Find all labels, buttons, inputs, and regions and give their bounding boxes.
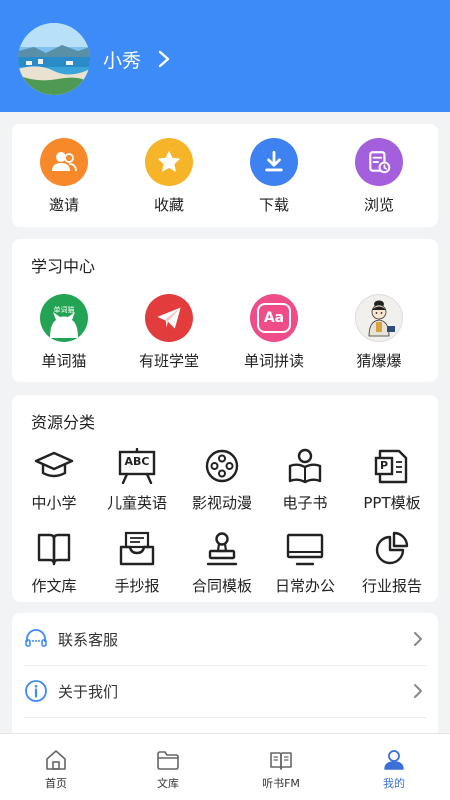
monitor-icon	[282, 529, 328, 569]
quick-action-label: 收藏	[153, 196, 184, 214]
book-icon	[270, 752, 292, 770]
star-icon	[145, 138, 193, 186]
section-title: 资源分类	[31, 413, 96, 432]
category-essays[interactable]: 作文库	[16, 529, 92, 596]
category-label: 作文库	[31, 577, 77, 595]
info-icon	[25, 680, 47, 702]
menu-item-label: 联系客服	[58, 630, 119, 649]
open-book-icon	[31, 529, 77, 569]
history-icon	[355, 138, 403, 186]
category-daily-office[interactable]: 日常办公	[267, 529, 343, 596]
reader-icon	[282, 446, 328, 486]
ppt-letter: P	[379, 459, 389, 472]
quick-action-label: 邀请	[48, 196, 79, 214]
abc-board-icon: ABC	[114, 446, 160, 486]
people-icon	[40, 138, 88, 186]
chevron-right-icon	[414, 684, 422, 698]
app-label: 单词猫	[41, 352, 87, 370]
app-word-cat[interactable]: 单词猫 单词猫	[29, 294, 99, 371]
category-label: 影视动漫	[191, 494, 252, 512]
category-primary-middle-school[interactable]: 中小学	[16, 446, 92, 513]
chevron-right-icon[interactable]	[156, 49, 172, 69]
resource-categories-card: 资源分类 中小学 ABC 儿童英语 影视动漫 电子书 P PPT模板 作文库 手…	[12, 395, 438, 602]
tab-label: 我的	[383, 777, 405, 790]
category-label: 行业报告	[361, 577, 422, 595]
category-label: 中小学	[31, 494, 77, 512]
category-label: 合同模板	[191, 577, 252, 595]
bottom-tab-bar: 首页 文库 听书FM 我的	[0, 733, 450, 800]
quick-action-invite[interactable]: 邀请	[29, 138, 99, 215]
quick-action-label: 浏览	[363, 196, 394, 214]
headset-icon	[25, 629, 47, 647]
category-label: 儿童英语	[106, 494, 167, 512]
quick-actions-card: 邀请 收藏 下载 浏览	[12, 124, 438, 227]
chevron-right-icon	[414, 632, 422, 646]
avatar[interactable]	[18, 23, 90, 95]
tab-label: 听书FM	[262, 777, 300, 790]
app-badge-text: 单词猫	[53, 306, 75, 314]
tab-label: 首页	[45, 777, 67, 790]
app-badge-text: Aa	[263, 310, 285, 326]
board-text: ABC	[124, 455, 150, 468]
download-icon	[250, 138, 298, 186]
menu-item-about-us[interactable]: 关于我们	[12, 665, 438, 717]
word-cat-app-icon: 单词猫	[40, 294, 88, 342]
tab-label: 文库	[157, 777, 179, 790]
learning-center-card: 学习中心 单词猫 单词猫 有班学堂 Aa 单词拼读 猜爆爆	[12, 239, 438, 382]
app-label: 猜爆爆	[356, 352, 402, 370]
profile-header[interactable]: 小秀	[0, 0, 450, 112]
category-film-anime[interactable]: 影视动漫	[184, 446, 260, 513]
cartoon-character-app-icon	[355, 294, 403, 342]
tab-mine[interactable]: 我的	[338, 734, 450, 800]
category-label: PPT模板	[363, 494, 421, 512]
stamp-icon	[199, 529, 245, 569]
quick-action-label: 下载	[258, 196, 289, 214]
section-title: 学习中心	[31, 257, 96, 276]
app-label: 单词拼读	[243, 352, 304, 370]
app-word-phonics[interactable]: Aa 单词拼读	[239, 294, 309, 371]
film-reel-icon	[199, 446, 245, 486]
folder-icon	[157, 751, 179, 770]
tab-audiobook-fm[interactable]: 听书FM	[225, 734, 337, 800]
graduation-cap-icon	[31, 446, 77, 486]
category-ppt-template[interactable]: P PPT模板	[352, 446, 432, 513]
divider	[24, 717, 426, 718]
category-handwritten-poster[interactable]: 手抄报	[99, 529, 175, 596]
app-label: 有班学堂	[138, 352, 199, 370]
username[interactable]: 小秀	[103, 46, 141, 73]
pie-chart-icon	[369, 529, 415, 569]
quick-action-favorites[interactable]: 收藏	[134, 138, 204, 215]
category-industry-report[interactable]: 行业报告	[352, 529, 432, 596]
user-icon	[384, 750, 404, 770]
app-youban-school[interactable]: 有班学堂	[134, 294, 204, 371]
app-guess-boom[interactable]: 猜爆爆	[344, 294, 414, 371]
tab-library[interactable]: 文库	[112, 734, 224, 800]
category-label: 电子书	[282, 494, 328, 512]
menu-item-contact-support[interactable]: 联系客服	[12, 613, 438, 665]
menu-list-card: 联系客服 关于我们	[12, 613, 438, 743]
inbox-tray-icon	[114, 529, 160, 569]
quick-action-history[interactable]: 浏览	[344, 138, 414, 215]
home-icon	[46, 750, 66, 770]
category-kids-english[interactable]: ABC 儿童英语	[99, 446, 175, 513]
tab-home[interactable]: 首页	[0, 734, 112, 800]
aa-app-icon: Aa	[250, 294, 298, 342]
paper-plane-app-icon	[145, 294, 193, 342]
ppt-file-icon: P	[369, 446, 415, 486]
category-label: 日常办公	[274, 577, 335, 595]
avatar-image	[18, 23, 90, 95]
category-ebook[interactable]: 电子书	[267, 446, 343, 513]
menu-item-label: 关于我们	[58, 682, 119, 701]
category-label: 手抄报	[114, 577, 160, 595]
quick-action-download[interactable]: 下载	[239, 138, 309, 215]
category-contract-template[interactable]: 合同模板	[184, 529, 260, 596]
